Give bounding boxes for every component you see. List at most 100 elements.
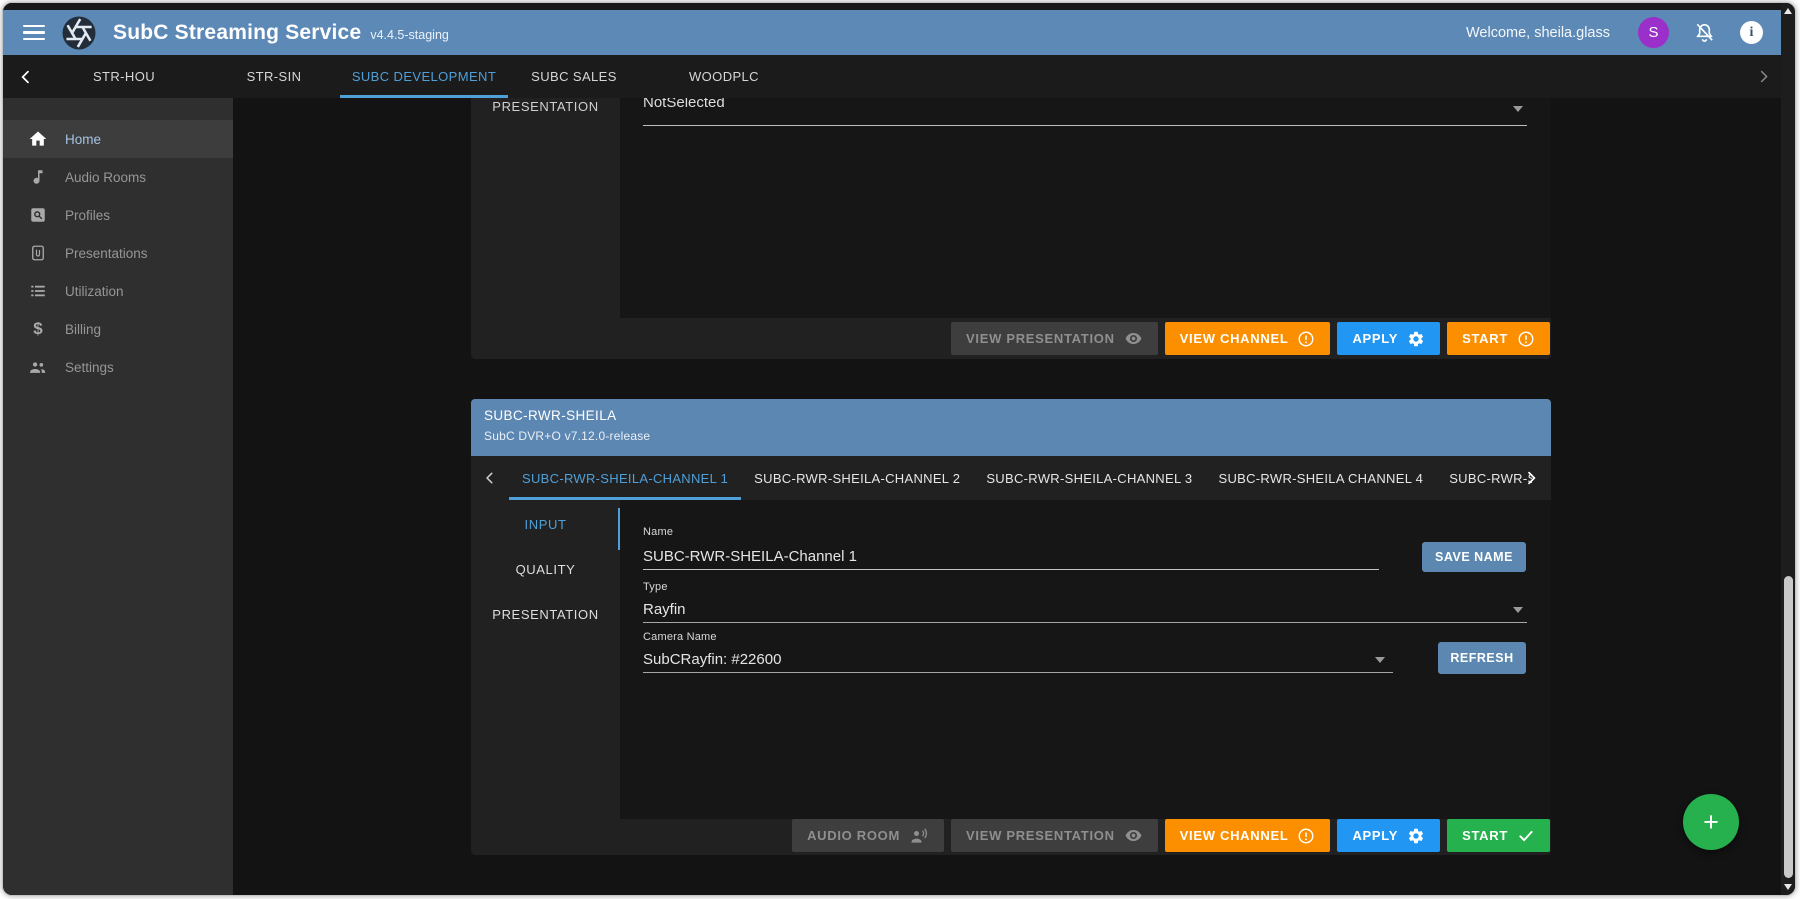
org-tab-subc-sales[interactable]: SUBC SALES <box>499 55 649 98</box>
button-label: VIEW PRESENTATION <box>966 331 1115 346</box>
start-button[interactable]: START <box>1447 322 1550 355</box>
sidebar-item-presentations[interactable]: Presentations <box>3 234 233 272</box>
eye-icon <box>1124 826 1143 845</box>
alert-circle-icon <box>1297 330 1315 348</box>
camera-name-select[interactable]: SubCRayfin: #22600 <box>643 651 781 668</box>
sidebar-item-profiles[interactable]: Profiles <box>3 196 233 234</box>
record-voice-over-icon <box>909 826 929 846</box>
card1-form-area: NotSelected <box>620 98 1551 318</box>
gear-icon <box>1407 330 1425 348</box>
org-tabs: STR-HOU STR-SIN SUBC DEVELOPMENT SUBC SA… <box>49 55 799 98</box>
type-select[interactable]: Rayfin <box>643 601 686 618</box>
channel-tab-1[interactable]: SUBC-RWR-SHEILA-CHANNEL 1 <box>509 456 741 500</box>
subtab-quality[interactable]: QUALITY <box>471 547 620 592</box>
sidebar-item-label: Home <box>65 132 101 147</box>
user-avatar[interactable]: S <box>1638 17 1669 48</box>
app-window: SubC Streaming Service v4.4.5-staging We… <box>2 2 1796 896</box>
add-fab-button[interactable]: + <box>1683 794 1739 850</box>
scrollbar-thumb[interactable] <box>1784 576 1793 878</box>
view-channel-button[interactable]: VIEW CHANNEL <box>1165 322 1331 355</box>
subtab-presentation[interactable]: PRESENTATION <box>471 592 620 637</box>
app-title: SubC Streaming Service <box>113 21 361 45</box>
image-search-icon <box>28 205 48 225</box>
apply-button[interactable]: APPLY <box>1337 322 1440 355</box>
camera-name-field-label: Camera Name <box>643 631 717 643</box>
input-settings-form: Name SUBC-RWR-SHEILA-Channel 1 SAVE NAME… <box>620 500 1551 819</box>
dvr-card-header: SUBC-RWR-SHEILA SubC DVR+O v7.12.0-relea… <box>471 399 1551 456</box>
save-name-button[interactable]: SAVE NAME <box>1422 542 1526 572</box>
org-tab-str-hou[interactable]: STR-HOU <box>49 55 199 98</box>
subc-aperture-logo-icon <box>61 15 97 51</box>
name-input-underline <box>643 569 1379 570</box>
main-content: PRESENTATION NotSelected VIEW PRESENTATI… <box>233 98 1781 895</box>
start-button[interactable]: START <box>1447 819 1550 852</box>
card1-action-row: VIEW PRESENTATION VIEW CHANNEL <box>471 318 1551 359</box>
refresh-button[interactable]: REFRESH <box>1438 642 1526 674</box>
sidebar-item-billing[interactable]: $ Billing <box>3 310 233 348</box>
menu-hamburger-icon[interactable] <box>23 25 45 41</box>
channel-card-presentation: PRESENTATION NotSelected VIEW PRESENTATI… <box>471 98 1551 359</box>
dvr-subtitle: SubC DVR+O v7.12.0-release <box>484 429 1551 443</box>
card1-subtab-presentation[interactable]: PRESENTATION <box>471 99 620 114</box>
alert-circle-icon <box>1297 827 1315 845</box>
camera-select-underline <box>643 672 1393 673</box>
channel-tab-bar: SUBC-RWR-SHEILA-CHANNEL 1 SUBC-RWR-SHEIL… <box>471 456 1551 500</box>
welcome-text: Welcome, sheila.glass <box>1466 25 1610 41</box>
org-tab-subc-development[interactable]: SUBC DEVELOPMENT <box>349 55 499 98</box>
sidebar-item-settings[interactable]: Settings <box>3 348 233 386</box>
button-label: VIEW PRESENTATION <box>966 828 1115 843</box>
channel-tab-2[interactable]: SUBC-RWR-SHEILA-CHANNEL 2 <box>741 456 973 500</box>
info-icon[interactable]: i <box>1740 21 1763 44</box>
window-top-strip <box>3 3 1781 10</box>
dollar-icon: $ <box>28 319 48 339</box>
select-underline <box>643 125 1527 126</box>
name-input[interactable]: SUBC-RWR-SHEILA-Channel 1 <box>643 548 857 565</box>
sidebar-item-audio-rooms[interactable]: Audio Rooms <box>3 158 233 196</box>
channel-tabs-scroll-right-icon[interactable] <box>1523 470 1539 486</box>
people-icon <box>28 357 48 377</box>
scrollbar-up-arrow-icon[interactable] <box>1784 8 1792 14</box>
channel-settings-body: INPUT QUALITY PRESENTATION Name SUBC-RWR… <box>471 500 1551 819</box>
button-label: START <box>1462 331 1508 346</box>
channel-tab-4[interactable]: SUBC-RWR-SHEILA CHANNEL 4 <box>1205 456 1436 500</box>
button-label: APPLY <box>1352 828 1398 843</box>
type-select-underline <box>643 622 1527 623</box>
button-label: APPLY <box>1352 331 1398 346</box>
org-tab-woodplc[interactable]: WOODPLC <box>649 55 799 98</box>
dvr-title: SUBC-RWR-SHEILA <box>484 408 1551 423</box>
subtab-input[interactable]: INPUT <box>471 502 620 547</box>
eye-icon <box>1124 329 1143 348</box>
org-tabs-scroll-left-icon[interactable] <box>3 69 49 85</box>
scrollbar-down-arrow-icon[interactable] <box>1784 884 1792 890</box>
sidebar-item-utilization[interactable]: Utilization <box>3 272 233 310</box>
file-attachment-icon <box>28 243 48 263</box>
button-label: VIEW CHANNEL <box>1180 331 1289 346</box>
sidebar-item-label: Billing <box>65 322 101 337</box>
apply-button[interactable]: APPLY <box>1337 819 1440 852</box>
check-icon <box>1517 827 1535 845</box>
sidebar-item-home[interactable]: Home <box>3 120 233 158</box>
org-tabs-scroll-right-icon[interactable] <box>1756 69 1771 84</box>
button-label: VIEW CHANNEL <box>1180 828 1289 843</box>
org-tab-str-sin[interactable]: STR-SIN <box>199 55 349 98</box>
channel-tab-5[interactable]: SUBC-RWR-S <box>1436 456 1532 500</box>
chevron-down-icon <box>1513 607 1523 613</box>
sidebar-item-label: Profiles <box>65 208 110 223</box>
chevron-down-icon <box>1513 106 1523 112</box>
sidebar-item-label: Settings <box>65 360 114 375</box>
channel-tabs-scroll-left-icon[interactable] <box>471 471 509 485</box>
chevron-down-icon <box>1375 657 1385 663</box>
channel-tab-3[interactable]: SUBC-RWR-SHEILA-CHANNEL 3 <box>973 456 1205 500</box>
notifications-off-icon[interactable] <box>1693 21 1716 44</box>
button-label: START <box>1462 828 1508 843</box>
presentation-select[interactable]: NotSelected <box>643 98 725 111</box>
view-channel-button[interactable]: VIEW CHANNEL <box>1165 819 1331 852</box>
home-icon <box>28 129 48 149</box>
scrollbar <box>1781 3 1795 895</box>
app-header: SubC Streaming Service v4.4.5-staging We… <box>3 10 1781 55</box>
list-icon <box>28 281 48 301</box>
sidebar-nav: Home Audio Rooms Profiles <box>3 98 233 895</box>
card2-action-row: AUDIO ROOM VIEW PRESENTATION <box>471 819 1551 855</box>
view-presentation-button: VIEW PRESENTATION <box>951 322 1158 355</box>
dvr-card-subc-rwr-sheila: SUBC-RWR-SHEILA SubC DVR+O v7.12.0-relea… <box>471 399 1551 855</box>
